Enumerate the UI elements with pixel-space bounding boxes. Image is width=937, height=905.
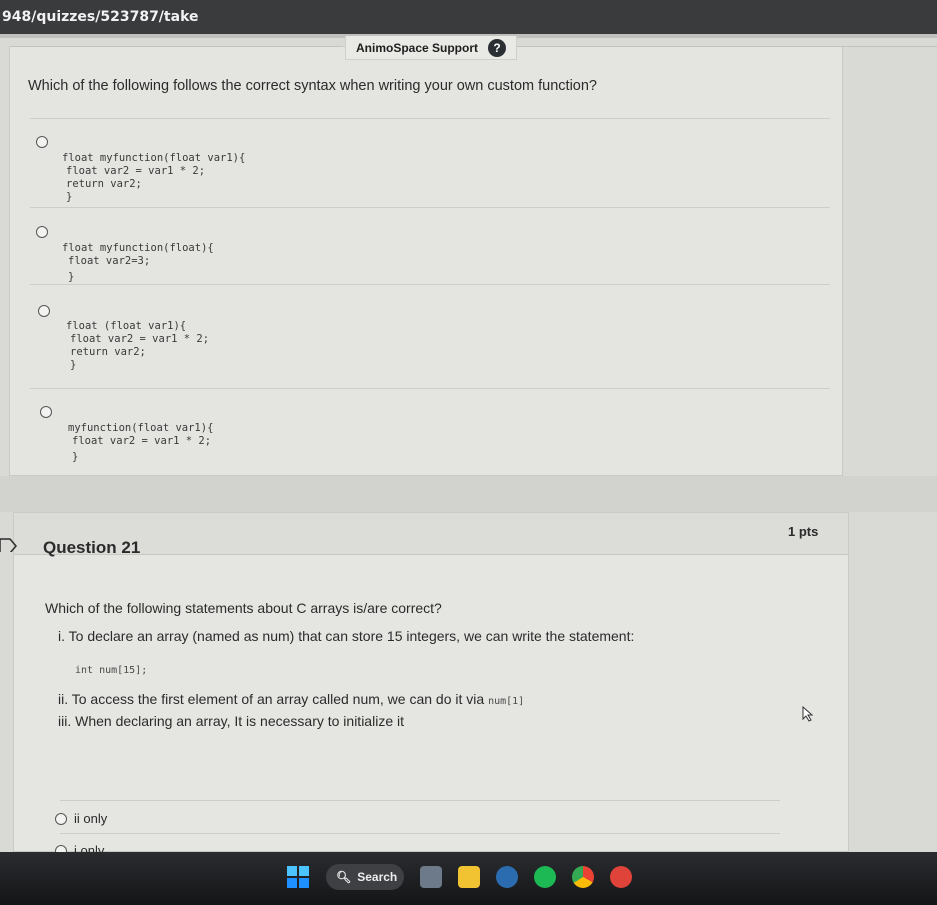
code-line: float (float var1){ xyxy=(66,320,187,332)
code-line: return var2; xyxy=(70,346,146,358)
flag-question-icon[interactable] xyxy=(0,538,22,552)
question-points: 1 pts xyxy=(788,524,819,539)
code-line: float var2 = var1 * 2; xyxy=(70,333,210,345)
divider xyxy=(30,284,830,285)
answer-code-2: float myfunction(float){float var2=3;} xyxy=(62,229,214,297)
address-bar[interactable]: 948/quizzes/523787/take xyxy=(0,0,937,34)
statement-ii: ii. To access the first element of an ar… xyxy=(58,691,524,707)
task-view-icon[interactable] xyxy=(420,866,442,888)
code-line: float var2 = var1 * 2; xyxy=(66,165,206,177)
divider xyxy=(30,207,830,208)
start-menu-icon[interactable] xyxy=(287,866,309,888)
code-line: float myfunction(float var1){ xyxy=(62,152,246,164)
answer-code-4: myfunction(float var1){float var2 = var1… xyxy=(68,409,213,477)
question-text: Which of the following follows the corre… xyxy=(28,78,597,94)
mouse-cursor-icon xyxy=(802,706,814,722)
code-line: } xyxy=(70,359,77,371)
code-line: float var2 = var1 * 2; xyxy=(72,435,212,447)
statement-iii: iii. When declaring an array, It is nece… xyxy=(58,713,404,729)
question-panel-21 xyxy=(13,512,849,852)
help-icon: ? xyxy=(488,38,507,57)
file-explorer-icon[interactable] xyxy=(458,866,480,888)
search-icon: 🔍︎ xyxy=(336,870,352,884)
answer-code-3: float (float var1){float var2 = var1 * 2… xyxy=(66,307,209,385)
answer-radio-2[interactable] xyxy=(36,226,48,238)
taskbar-search-button[interactable]: 🔍︎ Search xyxy=(326,864,404,890)
search-label: Search xyxy=(357,870,398,884)
app-icon[interactable] xyxy=(610,866,632,888)
code-line: } xyxy=(66,191,73,203)
question-title: Question 21 xyxy=(43,538,141,557)
code-line: float myfunction(float){ xyxy=(62,242,214,254)
support-label: AnimoSpace Support xyxy=(356,40,479,55)
app-icon[interactable] xyxy=(496,866,518,888)
divider xyxy=(30,388,830,389)
divider xyxy=(30,118,830,119)
option-radio-1[interactable] xyxy=(55,813,67,825)
page-background-band xyxy=(0,476,937,512)
divider xyxy=(60,800,780,801)
url-text: 948/quizzes/523787/take xyxy=(2,9,199,25)
question-prompt: Which of the following statements about … xyxy=(45,600,442,616)
spotify-icon[interactable] xyxy=(534,866,556,888)
statement-ii-text: ii. To access the first element of an ar… xyxy=(58,691,485,707)
answer-radio-4[interactable] xyxy=(40,406,52,418)
code-line: } xyxy=(72,451,79,463)
divider xyxy=(512,46,937,47)
answer-code-1: float myfunction(float var1){float var2 … xyxy=(62,139,245,217)
statement-ii-code: num[1] xyxy=(488,696,525,707)
statement-i: i. To declare an array (named as num) th… xyxy=(58,628,635,644)
statement-i-code: int num[15]; xyxy=(75,665,148,676)
chrome-icon[interactable] xyxy=(572,866,594,888)
taskbar: 🔍︎ Search xyxy=(0,852,937,905)
code-line: } xyxy=(68,271,75,283)
answer-radio-1[interactable] xyxy=(36,136,48,148)
answer-radio-3[interactable] xyxy=(38,305,50,317)
code-line: float var2=3; xyxy=(68,255,151,267)
code-line: myfunction(float var1){ xyxy=(68,422,214,434)
support-button[interactable]: AnimoSpace Support ? xyxy=(345,36,518,60)
divider xyxy=(60,833,780,834)
code-line: return var2; xyxy=(66,178,142,190)
divider xyxy=(10,46,340,47)
option-label-1: ii only xyxy=(74,811,108,826)
